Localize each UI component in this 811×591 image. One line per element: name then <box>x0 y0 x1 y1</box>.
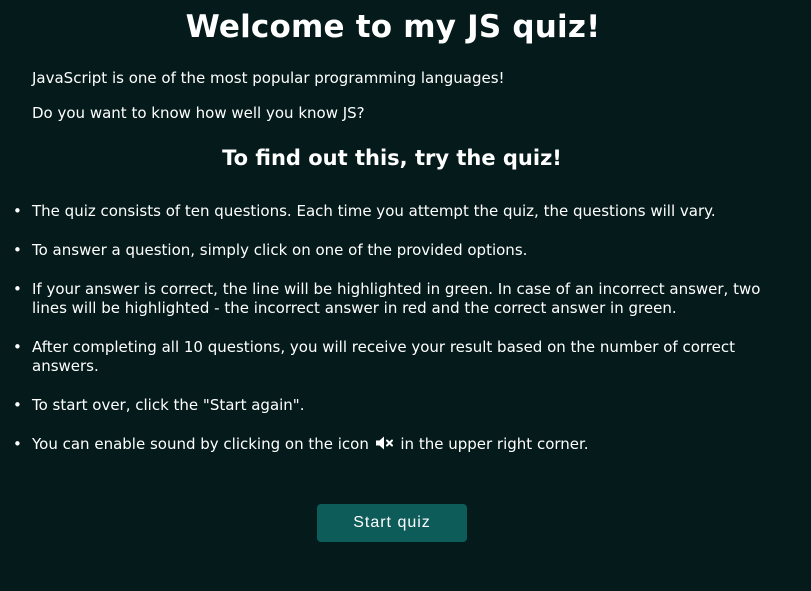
rules-list: • The quiz consists of ten questions. Ea… <box>0 202 811 474</box>
bullet-icon: • <box>13 202 22 220</box>
bullet-icon: • <box>13 338 22 356</box>
rule-item: • If your answer is correct, the line wi… <box>0 280 811 318</box>
rule-text-before-icon: You can enable sound by clicking on the … <box>32 435 369 453</box>
intro-text-1: JavaScript is one of the most popular pr… <box>32 69 505 87</box>
rule-text-after-icon: in the upper right corner. <box>400 435 589 453</box>
rule-text: To answer a question, simply click on on… <box>32 241 528 259</box>
rule-item: • The quiz consists of ten questions. Ea… <box>0 202 811 221</box>
bullet-icon: • <box>13 280 22 298</box>
rule-text: After completing all 10 questions, you w… <box>32 338 735 375</box>
rule-item: • You can enable sound by clicking on th… <box>0 435 811 454</box>
page-title: Welcome to my JS quiz! <box>185 9 601 45</box>
rule-text: The quiz consists of ten questions. Each… <box>32 202 716 220</box>
rule-item: • After completing all 10 questions, you… <box>0 338 811 376</box>
rule-text: If your answer is correct, the line will… <box>32 280 761 317</box>
rule-text: To start over, click the "Start again". <box>32 396 305 414</box>
sound-muted-icon <box>375 436 393 450</box>
page-subtitle: To find out this, try the quiz! <box>222 146 562 170</box>
bullet-icon: • <box>13 435 22 453</box>
rule-item: • To answer a question, simply click on … <box>0 241 811 260</box>
quiz-intro-screen: Welcome to my JS quiz! JavaScript is one… <box>0 0 811 591</box>
bullet-icon: • <box>13 396 22 414</box>
intro-text-2: Do you want to know how well you know JS… <box>32 104 365 122</box>
bullet-icon: • <box>13 241 22 259</box>
rule-item: • To start over, click the "Start again"… <box>0 396 811 415</box>
start-quiz-button[interactable]: Start quiz <box>317 504 467 542</box>
